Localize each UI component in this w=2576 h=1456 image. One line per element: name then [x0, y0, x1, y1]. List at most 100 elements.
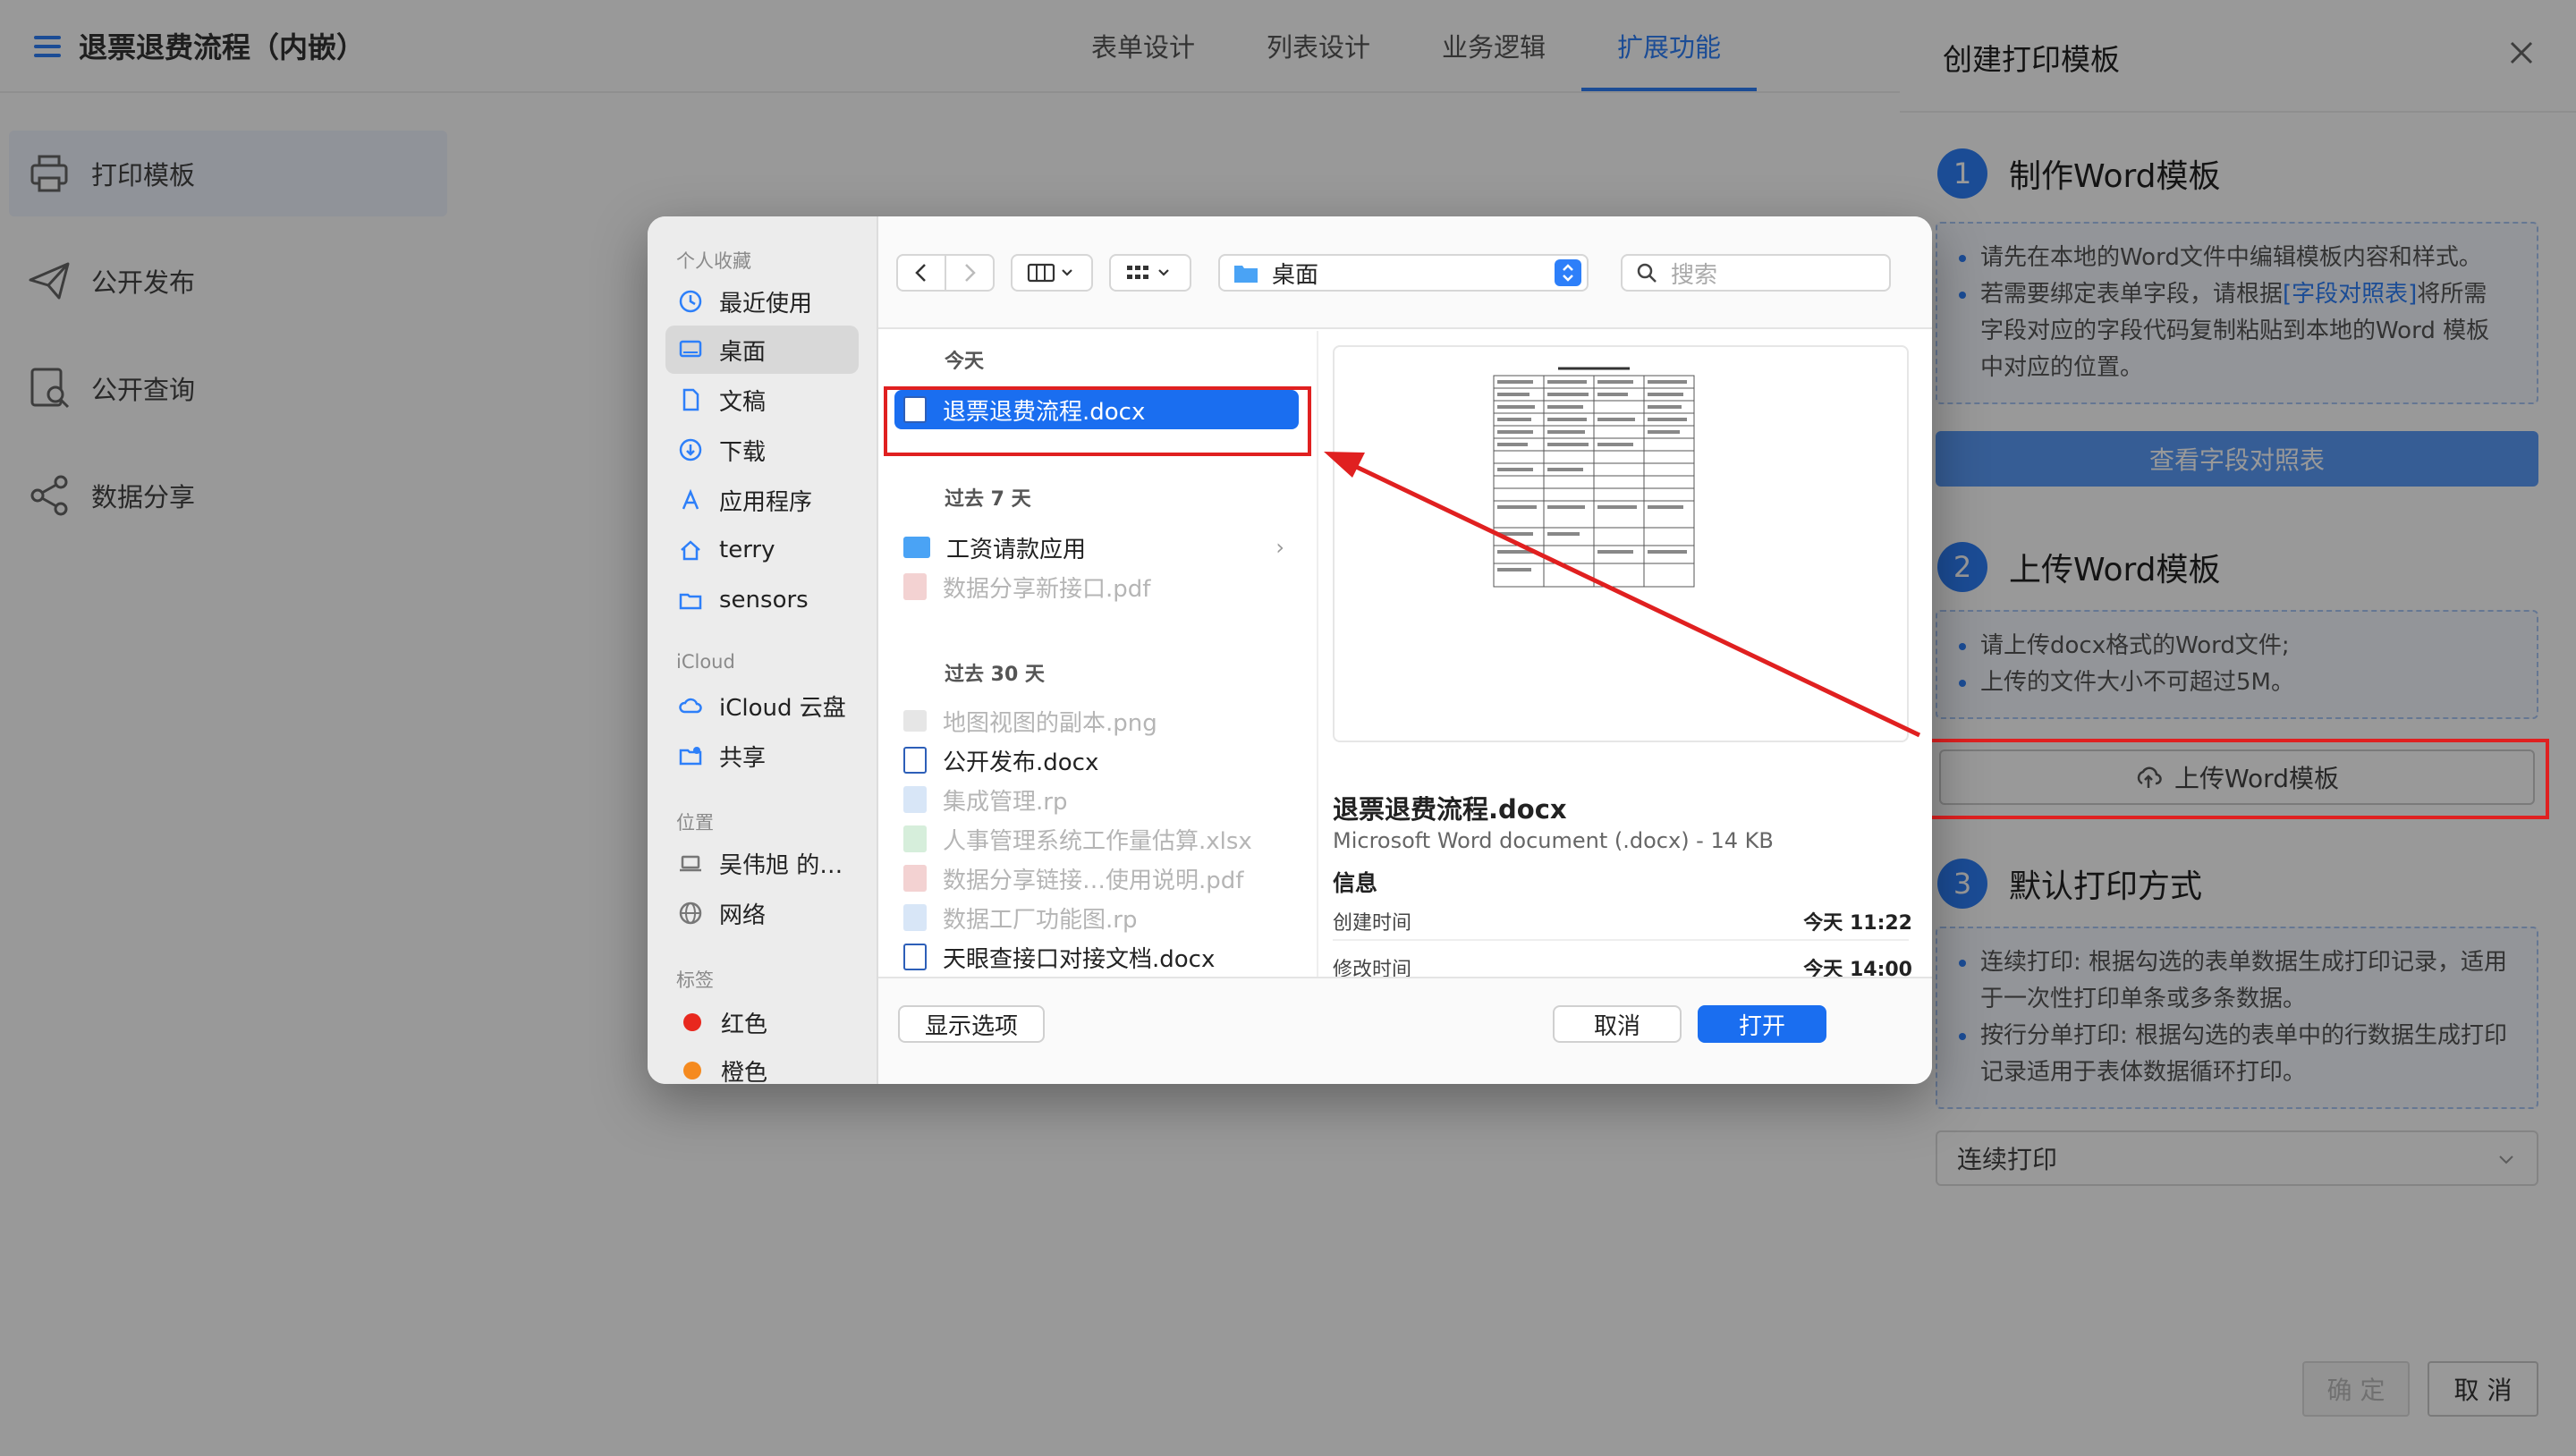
sidebar-section-locations: 位置 — [676, 812, 714, 834]
dialog-footer: 显示选项 取消 打开 — [878, 977, 1932, 1084]
preview-file-kind: Microsoft Word document (.docx) - 14 KB — [1333, 828, 1774, 853]
dialog-toolbar: 桌面 搜索 — [878, 216, 1932, 329]
word-file-icon — [903, 747, 927, 774]
sidebar-item-label: 红色 — [721, 1011, 768, 1038]
sidebar-item-label: iCloud 云盘 — [719, 694, 846, 722]
sidebar-section-icloud: iCloud — [676, 651, 735, 673]
word-file-icon — [903, 944, 927, 970]
view-mode-button[interactable] — [1011, 254, 1093, 292]
file-row[interactable]: 数据分享新接口.pdf — [894, 567, 1299, 606]
file-name: 集成管理.rp — [943, 788, 1068, 816]
sidebar-item-downloads[interactable]: 下载 — [665, 426, 859, 474]
applications-icon — [682, 488, 699, 510]
created-label: 创建时间 — [1333, 912, 1412, 935]
grid-view-icon — [1127, 266, 1169, 279]
sidebar-item-label: 最近使用 — [719, 290, 813, 317]
desktop-icon — [679, 340, 702, 358]
forward-button[interactable] — [945, 254, 995, 292]
sidebar-item-label: 桌面 — [719, 338, 767, 366]
file-row[interactable]: 集成管理.rp — [894, 780, 1299, 819]
search-icon — [1637, 263, 1657, 283]
annotation-box-selected-file — [884, 386, 1311, 456]
shared-folder-icon — [679, 747, 702, 766]
created-value: 今天 11:22 — [1803, 912, 1912, 935]
sidebar-item-computer[interactable]: 吴伟旭 的… — [665, 839, 859, 887]
sidebar-item-label: sensors — [719, 587, 809, 614]
file-row[interactable]: 数据分享链接…使用说明.pdf — [894, 859, 1299, 898]
group-label-last-30-days: 过去 30 天 — [945, 664, 1045, 686]
open-button[interactable]: 打开 — [1698, 1005, 1826, 1043]
file-preview: 退票退费流程.docx Microsoft Word document (.do… — [1317, 331, 1932, 981]
sidebar-item-sensors[interactable]: sensors — [665, 576, 859, 624]
sidebar-item-label: 文稿 — [719, 388, 767, 416]
preview-thumbnail — [1333, 345, 1909, 742]
location-popup[interactable]: 桌面 — [1218, 254, 1589, 292]
sidebar-item-network[interactable]: 网络 — [665, 889, 859, 937]
globe-icon — [679, 902, 702, 925]
file-row[interactable]: 地图视图的副本.png — [894, 701, 1299, 741]
sidebar-item-shared[interactable]: 共享 — [665, 732, 859, 780]
sidebar-item-applications[interactable]: 应用程序 — [665, 476, 859, 524]
sidebar-item-documents[interactable]: 文稿 — [665, 376, 859, 424]
file-row[interactable]: 人事管理系统工作量估算.xlsx — [894, 819, 1299, 859]
sidebar-section-favorites: 个人收藏 — [676, 250, 751, 272]
cancel-button[interactable]: 取消 — [1553, 1005, 1682, 1043]
divider — [1333, 939, 1909, 941]
document-thumbnail-icon — [1487, 361, 1701, 592]
sidebar-item-tag-orange[interactable]: 橙色 — [665, 1046, 859, 1084]
columns-view-icon — [1027, 263, 1072, 283]
laptop-icon — [680, 855, 701, 872]
sidebar-section-tags: 标签 — [676, 969, 714, 991]
file-row[interactable]: 数据工厂功能图.rp — [894, 898, 1299, 937]
sidebar-item-label: 下载 — [719, 438, 767, 466]
file-row[interactable]: 天眼查接口对接文档.docx — [894, 937, 1299, 977]
file-name: 人事管理系统工作量估算.xlsx — [943, 827, 1252, 855]
back-button[interactable] — [896, 254, 946, 292]
home-icon — [681, 540, 700, 561]
file-name: 工资请款应用 — [946, 536, 1087, 563]
folder-row[interactable]: 工资请款应用 › — [894, 528, 1299, 567]
chevron-right-icon: › — [1275, 535, 1284, 560]
show-options-button[interactable]: 显示选项 — [898, 1005, 1045, 1043]
file-name: 数据分享新接口.pdf — [943, 575, 1151, 603]
tag-dot-orange — [683, 1062, 701, 1079]
location-stepper[interactable] — [1555, 259, 1581, 286]
sidebar-item-label: terry — [719, 537, 775, 563]
annotation-box-upload — [1928, 739, 2549, 819]
sidebar-item-label: 橙色 — [721, 1059, 768, 1085]
file-row[interactable]: 公开发布.docx — [894, 741, 1299, 780]
up-down-chevron-icon — [1563, 264, 1573, 282]
sidebar-item-desktop[interactable]: 桌面 — [665, 326, 859, 374]
file-name: 天眼查接口对接文档.docx — [943, 945, 1216, 973]
sidebar-item-icloud-drive[interactable]: iCloud 云盘 — [665, 681, 859, 730]
preview-info-heading: 信息 — [1333, 870, 1378, 896]
file-name: 地图视图的副本.png — [943, 709, 1157, 737]
sidebar-item-label: 应用程序 — [719, 488, 813, 516]
rp-file-icon — [903, 786, 927, 813]
cloud-icon — [679, 698, 702, 714]
file-name: 数据分享链接…使用说明.pdf — [943, 867, 1244, 894]
search-field[interactable]: 搜索 — [1621, 254, 1891, 292]
sidebar-item-recents[interactable]: 最近使用 — [665, 277, 859, 326]
download-icon — [679, 438, 702, 461]
group-by-button[interactable] — [1109, 254, 1191, 292]
document-icon — [682, 388, 699, 411]
folder-icon — [679, 593, 702, 610]
file-name: 数据工厂功能图.rp — [943, 906, 1138, 934]
drawer-overlay — [1900, 0, 2576, 1456]
chevron-left-icon — [915, 264, 926, 282]
sidebar-item-tag-red[interactable]: 红色 — [665, 998, 859, 1046]
search-placeholder: 搜索 — [1671, 261, 1718, 289]
clock-icon — [679, 290, 702, 313]
sidebar-item-home[interactable]: terry — [665, 526, 859, 574]
dialog-sidebar: 个人收藏 最近使用 桌面 文稿 下载 应用程序 terry sensors iC… — [648, 216, 878, 1084]
chevron-right-icon — [965, 264, 976, 282]
pdf-file-icon — [903, 573, 927, 600]
sidebar-item-label: 网络 — [719, 902, 767, 929]
sidebar-item-label: 共享 — [719, 744, 767, 772]
group-label-today: 今天 — [945, 351, 985, 373]
pdf-file-icon — [903, 865, 927, 892]
tag-dot-red — [683, 1013, 701, 1031]
group-label-last-7-days: 过去 7 天 — [945, 488, 1031, 511]
file-name: 公开发布.docx — [943, 749, 1099, 776]
